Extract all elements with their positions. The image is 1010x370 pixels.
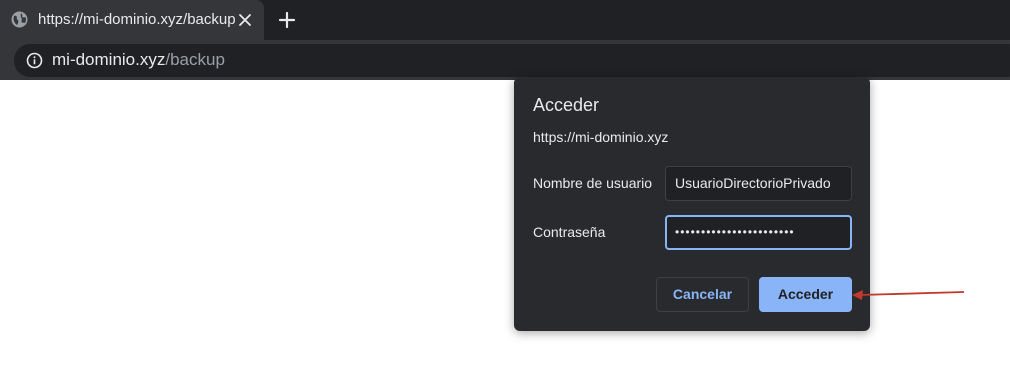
url-path: /backup xyxy=(165,50,225,69)
username-field[interactable]: UsuarioDirectorioPrivado xyxy=(665,166,852,201)
login-dialog: Acceder https://mi-dominio.xyz Nombre de… xyxy=(514,77,870,331)
url-text[interactable]: mi-dominio.xyz/backup xyxy=(52,50,225,70)
url-host: mi-dominio.xyz xyxy=(52,50,166,69)
tab-strip: https://mi-dominio.xyz/backup xyxy=(0,0,1010,40)
dialog-origin: https://mi-dominio.xyz xyxy=(533,129,669,145)
browser-toolbar: mi-dominio.xyz/backup xyxy=(0,40,1010,80)
info-icon[interactable] xyxy=(26,52,43,69)
close-icon[interactable] xyxy=(237,12,253,28)
arrow-icon xyxy=(852,290,965,300)
username-label: Nombre de usuario xyxy=(533,175,653,191)
plus-icon[interactable] xyxy=(278,11,296,29)
browser-tab[interactable]: https://mi-dominio.xyz/backup xyxy=(0,0,264,40)
address-bar[interactable]: mi-dominio.xyz/backup xyxy=(14,44,1010,77)
password-field[interactable]: ••••••••••••••••••••••• xyxy=(665,215,852,250)
password-label: Contraseña xyxy=(533,224,606,240)
submit-button[interactable]: Acceder xyxy=(759,277,852,312)
globe-icon xyxy=(11,11,28,28)
browser-window: https://mi-dominio.xyz/backup mi-dominio… xyxy=(0,0,1010,370)
tab-title: https://mi-dominio.xyz/backup xyxy=(38,11,236,28)
dialog-title: Acceder xyxy=(533,95,600,115)
cancel-button[interactable]: Cancelar xyxy=(656,277,749,312)
